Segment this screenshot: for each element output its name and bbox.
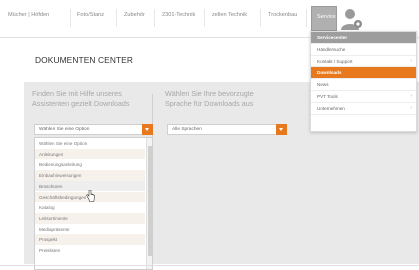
dropdown-item-contact-support[interactable]: Kontakt / Support ›: [311, 56, 416, 68]
panel2-text: Wählen Sie Ihre bevorzugte Sprache für D…: [165, 89, 254, 108]
list-scrollbar[interactable]: [146, 138, 152, 269]
list-item[interactable]: Einbauhinweisungen: [35, 170, 145, 181]
list-item[interactable]: Bedienungsanleitung: [35, 159, 145, 170]
list-item[interactable]: Mediapräsente: [35, 224, 145, 235]
nav-divider: [306, 9, 307, 27]
list-item[interactable]: Leitsortimente: [35, 212, 145, 224]
nav-divider: [260, 9, 261, 27]
list-item[interactable]: Anleitungen: [35, 148, 145, 160]
list-item[interactable]: Wählen Sie eine Option: [35, 138, 145, 149]
chevron-down-icon[interactable]: [142, 124, 153, 135]
nav-divider: [154, 9, 155, 27]
language-select-value: Alle Sprachen: [172, 127, 202, 132]
list-item[interactable]: Preislisten: [35, 245, 145, 256]
category-options-list[interactable]: Wählen Sie eine Option Anleitungen Bedie…: [34, 137, 153, 270]
nav-item-2[interactable]: Foto/Stanz: [77, 12, 104, 18]
dropdown-header[interactable]: Servicecenter: [311, 32, 416, 44]
category-select[interactable]: Wählen Sie eine Option: [34, 124, 153, 135]
nav-item-4[interactable]: 2301-Technik: [162, 12, 195, 18]
dropdown-item-company[interactable]: Unternehmen ›: [311, 103, 416, 115]
nav-item-service[interactable]: Service: [311, 6, 337, 31]
chevron-right-icon: ›: [410, 93, 412, 99]
dropdown-item-dealer-search[interactable]: Händlersuche: [311, 44, 416, 56]
panel1-text: Finden Sie mit Hilfe unseres Assistenten…: [32, 89, 130, 108]
list-item[interactable]: Prospekt: [35, 234, 145, 245]
chevron-right-icon: ›: [410, 57, 412, 64]
nav-item-1[interactable]: Mücher | Höfden: [8, 12, 49, 18]
dropdown-item-pvt-tools[interactable]: PVT Tools ›: [311, 91, 416, 103]
nav-divider: [204, 9, 205, 27]
service-dropdown-menu: Servicecenter Händlersuche Kontakt / Sup…: [310, 31, 417, 132]
category-select-value: Wählen Sie eine Option: [39, 127, 90, 132]
nav-item-service-label: Service: [317, 14, 336, 20]
chevron-right-icon: ›: [410, 104, 412, 111]
hand-cursor-icon: [86, 190, 95, 202]
divider: [0, 265, 419, 266]
scrollbar-thumb[interactable]: [148, 146, 152, 256]
list-item[interactable]: Katalog: [35, 202, 145, 213]
user-avatar-icon[interactable]: [340, 6, 364, 32]
nav-divider: [116, 9, 117, 27]
language-select[interactable]: Alle Sprachen: [167, 124, 287, 135]
dropdown-item-downloads[interactable]: Downloads: [311, 67, 416, 80]
dropdown-item-news[interactable]: News: [311, 79, 416, 91]
page-title: DOKUMENTEN CENTER: [35, 55, 134, 65]
chevron-down-icon[interactable]: [276, 124, 287, 135]
nav-divider: [70, 9, 71, 27]
nav-item-5[interactable]: zellen Technik: [212, 12, 247, 18]
nav-item-3[interactable]: Zubehör: [124, 12, 145, 18]
nav-item-6[interactable]: Trockenbau: [268, 12, 297, 18]
